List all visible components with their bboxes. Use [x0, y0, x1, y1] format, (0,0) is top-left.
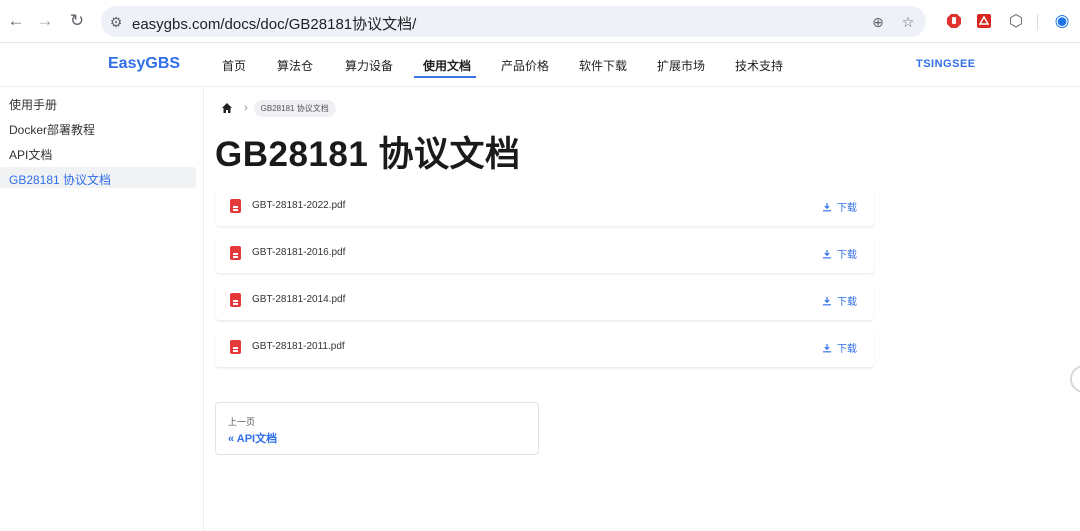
download-icon — [821, 201, 833, 213]
home-icon[interactable] — [220, 101, 234, 115]
file-name[interactable]: GBT-28181-2014.pdf — [252, 294, 345, 305]
bookmark-star-icon[interactable]: ☆ — [899, 13, 917, 31]
previous-page-label: 上一页 — [228, 417, 256, 427]
breadcrumb: › GB28181 协议文档 — [220, 99, 336, 117]
download-label: 下载 — [837, 203, 857, 214]
previous-page-card[interactable]: 上一页 « API文档 — [215, 402, 539, 455]
nav-item-docs[interactable]: 使用文档 — [423, 57, 471, 74]
download-button[interactable]: 下载 — [821, 199, 857, 214]
download-button[interactable]: 下载 — [821, 246, 857, 261]
sidebar-item-docker[interactable]: Docker部署教程 — [9, 121, 95, 138]
tsingsee-logo[interactable]: TSINGSEE — [916, 58, 976, 70]
nav-item-marketplace[interactable]: 扩展市场 — [657, 57, 705, 74]
address-bar[interactable]: ⚙ easygbs.com/docs/doc/GB28181协议文档/ ⊕ ☆ — [101, 6, 926, 37]
file-name[interactable]: GBT-28181-2011.pdf — [252, 341, 345, 352]
pdf-file-icon — [230, 340, 241, 354]
file-row: GBT-28181-2014.pdf 下载 — [216, 281, 874, 321]
site-logo[interactable]: EasyGBS — [108, 55, 180, 73]
download-label: 下载 — [837, 297, 857, 308]
download-button[interactable]: 下载 — [821, 293, 857, 308]
sidebar-item-manual[interactable]: 使用手册 — [9, 96, 57, 113]
file-row: GBT-28181-2022.pdf 下载 — [216, 187, 874, 227]
nav-item-compute-devices[interactable]: 算力设备 — [345, 57, 393, 74]
reload-icon[interactable]: ↻ — [65, 9, 89, 33]
breadcrumb-separator-icon: › — [244, 102, 248, 114]
forward-icon[interactable]: → — [33, 9, 57, 33]
back-icon[interactable]: ← — [4, 9, 28, 33]
file-name[interactable]: GBT-28181-2022.pdf — [252, 200, 345, 211]
page-title: GB28181 协议文档 — [215, 135, 521, 174]
download-button[interactable]: 下载 — [821, 340, 857, 355]
sidebar-item-gb28181[interactable]: GB28181 协议文档 — [9, 171, 111, 188]
download-icon — [821, 295, 833, 307]
nav-item-pricing[interactable]: 产品价格 — [501, 57, 549, 74]
site-info-icon[interactable]: ⚙ — [107, 13, 125, 31]
adblock-extension-icon[interactable] — [944, 11, 964, 31]
pdf-file-icon — [230, 246, 241, 260]
download-label: 下载 — [837, 344, 857, 355]
pdf-file-icon — [230, 293, 241, 307]
pdf-extension-icon[interactable] — [974, 11, 994, 31]
download-icon — [821, 248, 833, 260]
extensions-puzzle-icon[interactable]: ⬡ — [1006, 11, 1026, 31]
nav-item-support[interactable]: 技术支持 — [735, 57, 783, 74]
browser-toolbar: ← → ↻ ⚙ easygbs.com/docs/doc/GB28181协议文档… — [0, 0, 1080, 43]
zoom-icon[interactable]: ⊕ — [869, 13, 887, 31]
nav-item-algorithms[interactable]: 算法仓 — [277, 57, 313, 74]
nav-item-home[interactable]: 首页 — [222, 57, 246, 74]
download-label: 下载 — [837, 250, 857, 261]
file-row: GBT-28181-2016.pdf 下载 — [216, 234, 874, 274]
site-nav: EasyGBS 首页 算法仓 算力设备 使用文档 产品价格 软件下载 扩展市场 … — [0, 43, 1080, 87]
file-row: GBT-28181-2011.pdf 下载 — [216, 328, 874, 368]
scroll-to-top-button[interactable] — [1070, 365, 1080, 393]
file-name[interactable]: GBT-28181-2016.pdf — [252, 247, 345, 258]
toolbar-divider — [1037, 14, 1038, 30]
sidebar-item-api[interactable]: API文档 — [9, 146, 52, 163]
url-text[interactable]: easygbs.com/docs/doc/GB28181协议文档/ — [132, 13, 416, 34]
download-icon — [821, 342, 833, 354]
breadcrumb-current: GB28181 协议文档 — [253, 99, 336, 117]
previous-page-link[interactable]: « API文档 — [228, 430, 277, 446]
docs-sidebar: 使用手册 Docker部署教程 API文档 GB28181 协议文档 — [0, 88, 204, 531]
pdf-file-icon — [230, 199, 241, 213]
nav-item-downloads[interactable]: 软件下载 — [579, 57, 627, 74]
profile-icon[interactable]: ◉ — [1052, 11, 1072, 31]
nav-active-underline — [414, 76, 476, 78]
